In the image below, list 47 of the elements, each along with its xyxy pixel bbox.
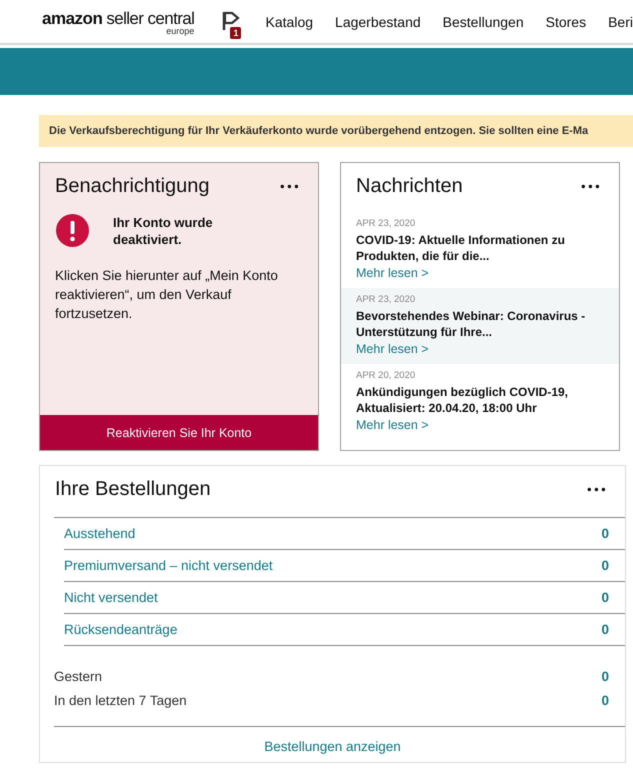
more-menu[interactable]: ••• — [278, 180, 300, 194]
order-status-link[interactable]: Nicht versendet — [64, 590, 158, 605]
news-item[interactable]: APR 20, 2020 Ankündigungen bezüglich COVID-19, Aktualisiert: 20.04.20, 18:00 Uhr Mehr lesen > — [341, 364, 619, 440]
order-status-link[interactable]: Premiumversand – nicht versendet — [64, 558, 273, 573]
nav-link[interactable]: Lagerbestand — [335, 14, 421, 30]
order-count: 0 — [601, 526, 609, 541]
news-date: APR 23, 2020 — [356, 218, 416, 229]
news-headline: Bevorstehendes Webinar: Coronavirus - Unterstützung für Ihre... — [356, 308, 586, 340]
alert-headline: Ihr Konto wurde deaktiviert. — [113, 214, 214, 248]
news-headline: COVID-19: Aktuelle Informationen zu Produkten, die für die... — [356, 232, 566, 264]
product-name: seller central — [106, 9, 194, 29]
card-title: Benachrichtigung — [55, 175, 210, 198]
region-label: europe — [166, 26, 194, 36]
read-more-link[interactable]: Mehr lesen > — [356, 266, 429, 280]
period-label: In den letzten 7 Tagen — [54, 692, 187, 708]
more-menu[interactable]: ••• — [580, 180, 601, 194]
news-date: APR 20, 2020 — [356, 370, 416, 381]
card-title: Nachrichten — [356, 175, 463, 198]
alert-message: Klicken Sie hierunter auf „Mein Konto reaktivieren“, um den Verkauf fortzusetzen. — [54, 267, 279, 323]
reactivate-button[interactable]: Reaktivieren Sie Ihr Konto — [40, 415, 318, 450]
notification-badge: 1 — [230, 26, 242, 38]
read-more-link[interactable]: Mehr lesen > — [356, 342, 429, 356]
order-status-link[interactable]: Ausstehend — [64, 526, 136, 541]
news-headline: Ankündigungen bezüglich COVID-19, Aktualisiert: 20.04.20, 18:00 Uhr — [356, 384, 570, 416]
card-title: Ihre Bestellungen — [55, 478, 211, 501]
logo[interactable]: amazon seller central europe — [38, 9, 194, 36]
news-date: APR 23, 2020 — [356, 294, 416, 305]
order-count: 0 — [601, 590, 609, 605]
order-count: 0 — [601, 622, 609, 637]
news-item[interactable]: APR 23, 2020 Bevorstehendes Webinar: Coronavirus - Unterstützung für Ihre... Mehr lesen > — [341, 288, 619, 364]
alert-icon — [56, 214, 89, 247]
more-menu[interactable]: ••• — [586, 482, 607, 496]
read-more-link[interactable]: Mehr lesen > — [356, 418, 429, 432]
flag-icon[interactable] — [222, 10, 240, 30]
nav-link[interactable]: Katalog — [266, 14, 314, 30]
order-status-link[interactable]: Rücksendeanträge — [64, 622, 178, 637]
view-orders-link[interactable]: Bestellungen anzeigen — [264, 739, 401, 754]
order-count: 0 — [601, 692, 609, 708]
nav-link[interactable]: Bestellungen — [442, 14, 524, 30]
nav-link[interactable]: Stores — [546, 14, 586, 30]
period-label: Gestern — [54, 668, 102, 684]
order-count: 0 — [601, 558, 609, 573]
order-count: 0 — [601, 668, 609, 684]
news-item[interactable]: APR 23, 2020 COVID-19: Aktuelle Informationen zu Produkten, die für die... Mehr lesen > — [341, 212, 619, 288]
brand-name: amazon — [42, 9, 102, 29]
warning-banner: Die Verkaufsberechtigung für Ihr Verkäuferkonto wurde vorübergehend entzogen. Sie sollten eine E-Ma — [39, 115, 633, 147]
nav-link[interactable]: Beri — [608, 14, 633, 30]
